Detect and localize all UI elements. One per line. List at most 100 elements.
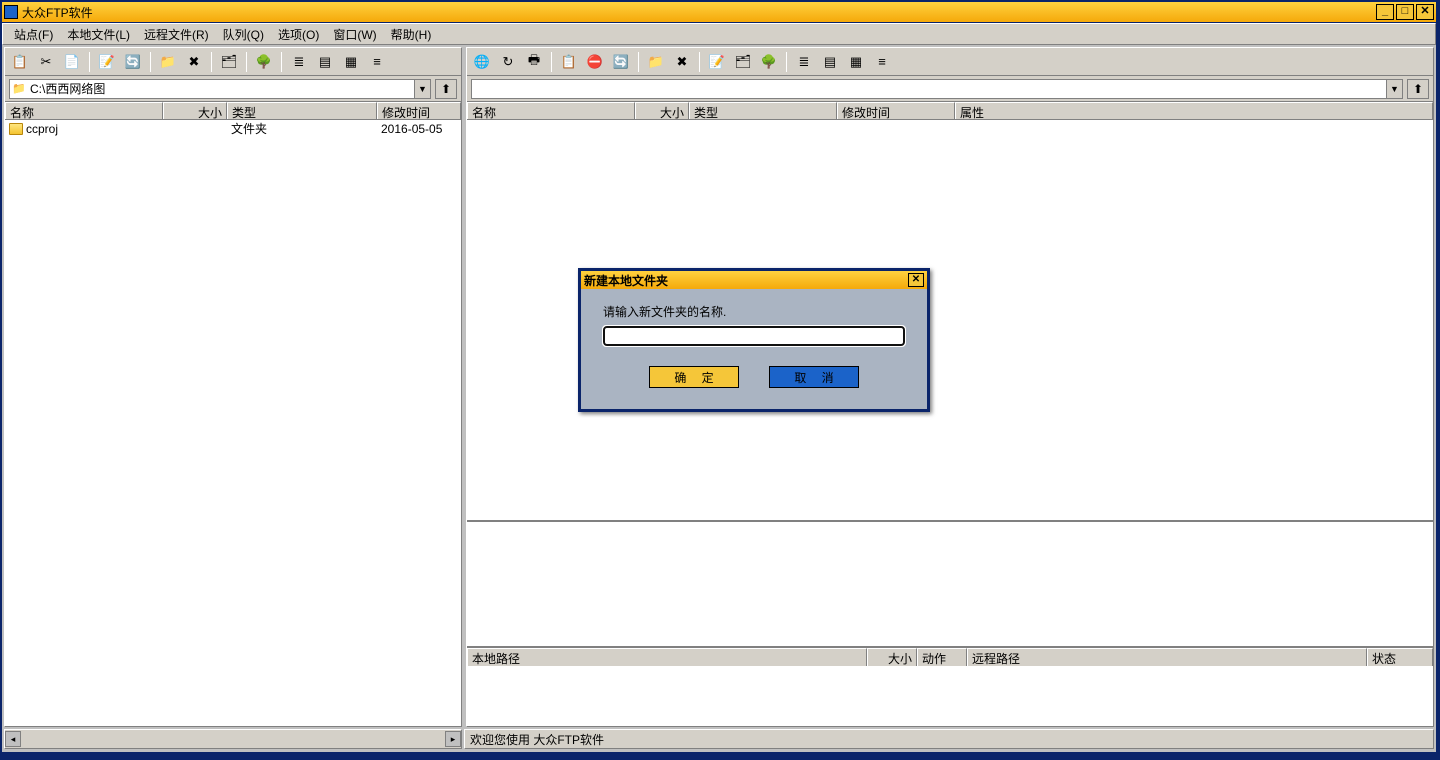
separator (281, 52, 282, 72)
separator (638, 52, 639, 72)
local-path-combo[interactable]: 📁 ▼ (9, 79, 431, 99)
status-bar: 欢迎您使用 大众FTP软件 (464, 729, 1434, 749)
col-type[interactable]: 类型 (227, 102, 377, 119)
dialog-label: 请输入新文件夹的名称. (603, 303, 905, 320)
scroll-left-icon[interactable]: ◂ (5, 731, 21, 747)
dialog-close-button[interactable]: ✕ (908, 273, 924, 287)
tree-icon[interactable]: 🌳 (758, 51, 780, 73)
separator (211, 52, 212, 72)
col-name[interactable]: 名称 (5, 102, 163, 119)
file-modified-cell: 2016-05-05 (377, 122, 461, 136)
remote-path-combo[interactable]: ▼ (471, 79, 1403, 99)
status-text: 欢迎您使用 大众FTP软件 (470, 731, 604, 748)
file-name: ccproj (26, 122, 58, 136)
remote-address-row: ▼ ⬆ (467, 76, 1433, 102)
separator (89, 52, 90, 72)
props-icon[interactable]: 🗂 (218, 51, 240, 73)
minimize-button[interactable]: _ (1376, 4, 1394, 20)
folder-icon: 📁 (10, 80, 28, 98)
folder-icon (9, 123, 23, 135)
dropdown-icon[interactable]: ▼ (1386, 80, 1402, 98)
paste-icon[interactable]: 📄 (61, 51, 83, 73)
col-action[interactable]: 动作 (917, 648, 967, 666)
stop-icon[interactable]: ⛔ (584, 51, 606, 73)
cut-icon[interactable]: ✂ (35, 51, 57, 73)
file-row[interactable]: ccproj 文件夹 2016-05-05 (5, 120, 461, 137)
view4-icon[interactable]: ≡ (366, 51, 388, 73)
separator (551, 52, 552, 72)
up-button[interactable]: ⬆ (1407, 79, 1429, 99)
delete-icon[interactable]: ✖ (671, 51, 693, 73)
folder-name-input[interactable] (603, 326, 905, 346)
local-scrollbar[interactable]: ◂ ▸ (4, 729, 462, 749)
col-localpath[interactable]: 本地路径 (467, 648, 867, 666)
menu-site[interactable]: 站点(F) (8, 24, 59, 45)
newfolder-icon[interactable]: 📁 (645, 51, 667, 73)
copy-icon[interactable]: 📋 (9, 51, 31, 73)
refresh-icon[interactable]: 🔄 (610, 51, 632, 73)
props-icon[interactable]: 🗂 (732, 51, 754, 73)
separator (246, 52, 247, 72)
local-list-header: 名称 大小 类型 修改时间 (5, 102, 461, 120)
col-size[interactable]: 大小 (867, 648, 917, 666)
col-remotepath[interactable]: 远程路径 (967, 648, 1367, 666)
view1-icon[interactable]: ≣ (793, 51, 815, 73)
col-size[interactable]: 大小 (163, 102, 227, 119)
ok-button[interactable]: 确 定 (649, 366, 739, 388)
queue-list[interactable] (467, 666, 1433, 726)
tree-icon[interactable]: 🌳 (253, 51, 275, 73)
queue-header: 本地路径 大小 动作 远程路径 状态 (467, 648, 1433, 666)
reconnect-icon[interactable]: ↻ (497, 51, 519, 73)
view4-icon[interactable]: ≡ (871, 51, 893, 73)
close-button[interactable]: ✕ (1416, 4, 1434, 20)
print-icon[interactable]: 🖶 (523, 51, 545, 73)
newfolder-icon[interactable]: 📁 (157, 51, 179, 73)
menu-window[interactable]: 窗口(W) (327, 24, 382, 45)
menu-help[interactable]: 帮助(H) (385, 24, 438, 45)
col-type[interactable]: 类型 (689, 102, 837, 119)
local-pane: 📋 ✂ 📄 📝 🔄 📁 ✖ 🗂 🌳 ≣ ▤ ▦ ≡ (4, 47, 462, 727)
view2-icon[interactable]: ▤ (819, 51, 841, 73)
rename-icon[interactable]: 📝 (96, 51, 118, 73)
globe-icon[interactable]: 🌐 (471, 51, 493, 73)
titlebar: 大众FTP软件 _ □ ✕ (2, 2, 1436, 23)
separator (699, 52, 700, 72)
col-attrs[interactable]: 属性 (955, 102, 1433, 119)
refresh-icon[interactable]: 🔄 (122, 51, 144, 73)
queue-area: 本地路径 大小 动作 远程路径 状态 (467, 646, 1433, 726)
separator (786, 52, 787, 72)
col-status[interactable]: 状态 (1367, 648, 1433, 666)
remote-toolbar: 🌐 ↻ 🖶 📋 ⛔ 🔄 📁 ✖ 📝 🗂 🌳 ≣ ▤ ▦ ≡ (467, 48, 1433, 76)
up-button[interactable]: ⬆ (435, 79, 457, 99)
dropdown-icon[interactable]: ▼ (414, 80, 430, 98)
dialog-titlebar[interactable]: 新建本地文件夹 ✕ (581, 271, 927, 289)
rename-icon[interactable]: 📝 (706, 51, 728, 73)
app-icon (4, 5, 18, 19)
separator (150, 52, 151, 72)
menu-options[interactable]: 选项(O) (272, 24, 325, 45)
view3-icon[interactable]: ▦ (340, 51, 362, 73)
cancel-button[interactable]: 取 消 (769, 366, 859, 388)
col-modified[interactable]: 修改时间 (837, 102, 955, 119)
view3-icon[interactable]: ▦ (845, 51, 867, 73)
remote-log-area[interactable] (467, 520, 1433, 646)
remote-path-input[interactable] (472, 80, 1386, 98)
menu-local[interactable]: 本地文件(L) (61, 24, 136, 45)
file-name-cell: ccproj (5, 122, 163, 136)
scroll-right-icon[interactable]: ▸ (445, 731, 461, 747)
menu-remote[interactable]: 远程文件(R) (138, 24, 215, 45)
delete-icon[interactable]: ✖ (183, 51, 205, 73)
local-file-list[interactable]: ccproj 文件夹 2016-05-05 (5, 120, 461, 726)
menu-queue[interactable]: 队列(Q) (217, 24, 270, 45)
dialog-title: 新建本地文件夹 (584, 272, 908, 289)
col-size[interactable]: 大小 (635, 102, 689, 119)
col-name[interactable]: 名称 (467, 102, 635, 119)
local-path-input[interactable] (28, 80, 414, 98)
view2-icon[interactable]: ▤ (314, 51, 336, 73)
copy-icon[interactable]: 📋 (558, 51, 580, 73)
maximize-button[interactable]: □ (1396, 4, 1414, 20)
col-modified[interactable]: 修改时间 (377, 102, 461, 119)
local-toolbar: 📋 ✂ 📄 📝 🔄 📁 ✖ 🗂 🌳 ≣ ▤ ▦ ≡ (5, 48, 461, 76)
view1-icon[interactable]: ≣ (288, 51, 310, 73)
menu-bar: 站点(F) 本地文件(L) 远程文件(R) 队列(Q) 选项(O) 窗口(W) … (2, 23, 1436, 45)
